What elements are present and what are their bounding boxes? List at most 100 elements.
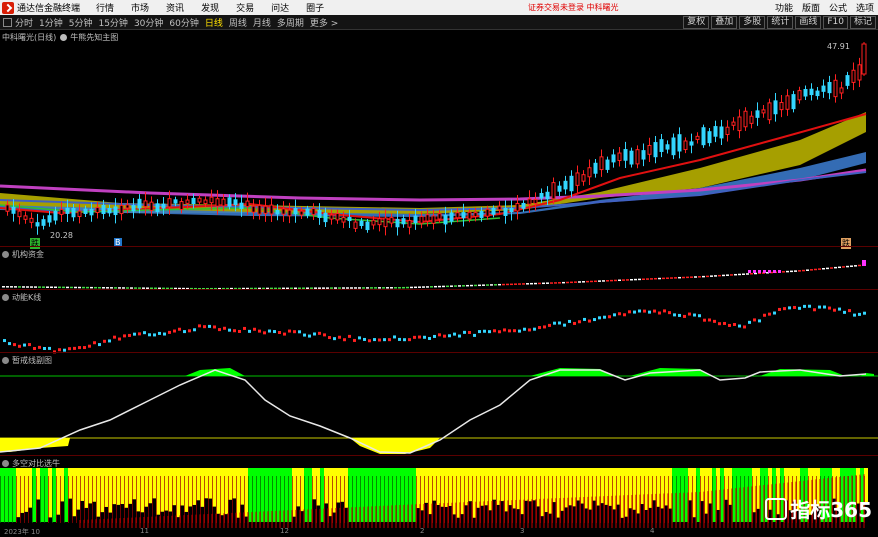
marker-left: 跌	[30, 238, 40, 249]
fund-mark	[602, 280, 605, 282]
fund-mark	[430, 286, 433, 288]
candle	[485, 208, 490, 217]
fund-mark	[466, 284, 469, 287]
momentum-dot	[378, 338, 381, 342]
momentum-dot	[23, 343, 26, 347]
momentum-dot	[623, 313, 626, 317]
candle	[509, 208, 514, 213]
momentum-dot	[223, 326, 226, 330]
momentum-dot	[338, 335, 341, 339]
candle	[281, 208, 286, 215]
candle	[353, 221, 358, 229]
candle	[383, 217, 388, 228]
momentum-dot	[578, 320, 581, 324]
momentum-dot	[743, 325, 746, 329]
momentum-dot	[823, 305, 826, 309]
momentum-dot	[193, 328, 196, 332]
eye-icon[interactable]	[2, 251, 9, 258]
momentum-dot	[848, 309, 851, 313]
candle	[77, 210, 82, 217]
candle	[755, 110, 760, 118]
candle	[5, 204, 10, 212]
momentum-dot	[808, 304, 811, 308]
momentum-dot	[403, 338, 406, 342]
momentum-dot	[858, 312, 861, 316]
candle	[107, 207, 112, 214]
candle	[131, 205, 136, 212]
momentum-dot	[8, 342, 11, 346]
momentum-dot	[793, 305, 796, 309]
candle	[791, 94, 796, 110]
fund-mark	[530, 282, 533, 285]
fund-mark	[534, 282, 537, 285]
fund-mark	[854, 265, 857, 267]
candle	[851, 69, 856, 83]
momentum-dot	[698, 314, 701, 318]
candle	[479, 210, 484, 218]
fund-mark	[842, 266, 845, 268]
panel-divider[interactable]	[0, 352, 878, 353]
momentum-dot	[343, 338, 346, 342]
fund-mark	[58, 286, 61, 289]
momentum-dot	[518, 329, 521, 333]
candle	[185, 199, 190, 204]
fund-mark	[66, 286, 69, 289]
momentum-dot	[173, 329, 176, 333]
momentum-dot	[828, 306, 831, 310]
fund-mark	[710, 275, 713, 277]
x-tick: 4	[650, 527, 655, 535]
momentum-dot	[98, 343, 101, 347]
fund-mark	[582, 281, 585, 283]
momentum-dot	[283, 332, 286, 336]
candle	[743, 110, 748, 128]
candle	[257, 204, 262, 215]
momentum-dot	[93, 341, 96, 345]
candle	[395, 218, 400, 228]
momentum-dot	[788, 306, 791, 310]
candle	[203, 199, 208, 205]
chart-canvas[interactable]	[0, 0, 878, 537]
momentum-dot	[693, 313, 696, 317]
candle	[41, 219, 46, 226]
candle	[371, 219, 376, 226]
panel-divider[interactable]	[0, 455, 878, 456]
fund-mark	[74, 286, 77, 289]
candle	[317, 210, 322, 218]
fund-mark	[6, 286, 9, 288]
candle	[503, 207, 508, 216]
momentum-dot	[353, 338, 356, 342]
fund-mark	[838, 266, 841, 269]
fund-mark	[626, 279, 629, 281]
candle	[491, 207, 496, 215]
fund-mark	[586, 280, 589, 283]
fund-mark	[806, 269, 809, 271]
fund-mark	[698, 276, 701, 278]
fund-mark	[822, 268, 825, 270]
candle	[545, 191, 550, 200]
candle	[809, 88, 814, 96]
eye-icon[interactable]	[2, 357, 9, 364]
fund-mark	[490, 284, 493, 286]
fund-mark	[734, 273, 737, 276]
fund-highlight	[773, 270, 776, 273]
panel-divider[interactable]	[0, 246, 878, 247]
fund-mark	[22, 286, 25, 288]
fund-mark	[522, 283, 525, 285]
candle	[101, 204, 106, 215]
candle	[557, 185, 562, 192]
momentum-dot	[368, 339, 371, 343]
fund-mark	[414, 286, 417, 289]
momentum-dot	[758, 319, 761, 323]
candle	[707, 131, 712, 144]
momentum-dot	[68, 347, 71, 351]
eye-icon[interactable]	[2, 460, 9, 467]
candle	[725, 126, 730, 135]
candle	[377, 218, 382, 226]
candle	[425, 214, 430, 222]
fund-mark	[686, 276, 689, 279]
eye-icon[interactable]	[2, 294, 9, 301]
panel-divider[interactable]	[0, 289, 878, 290]
momentum-dot	[463, 330, 466, 334]
momentum-dot	[188, 329, 191, 333]
fund-mark	[714, 275, 717, 277]
